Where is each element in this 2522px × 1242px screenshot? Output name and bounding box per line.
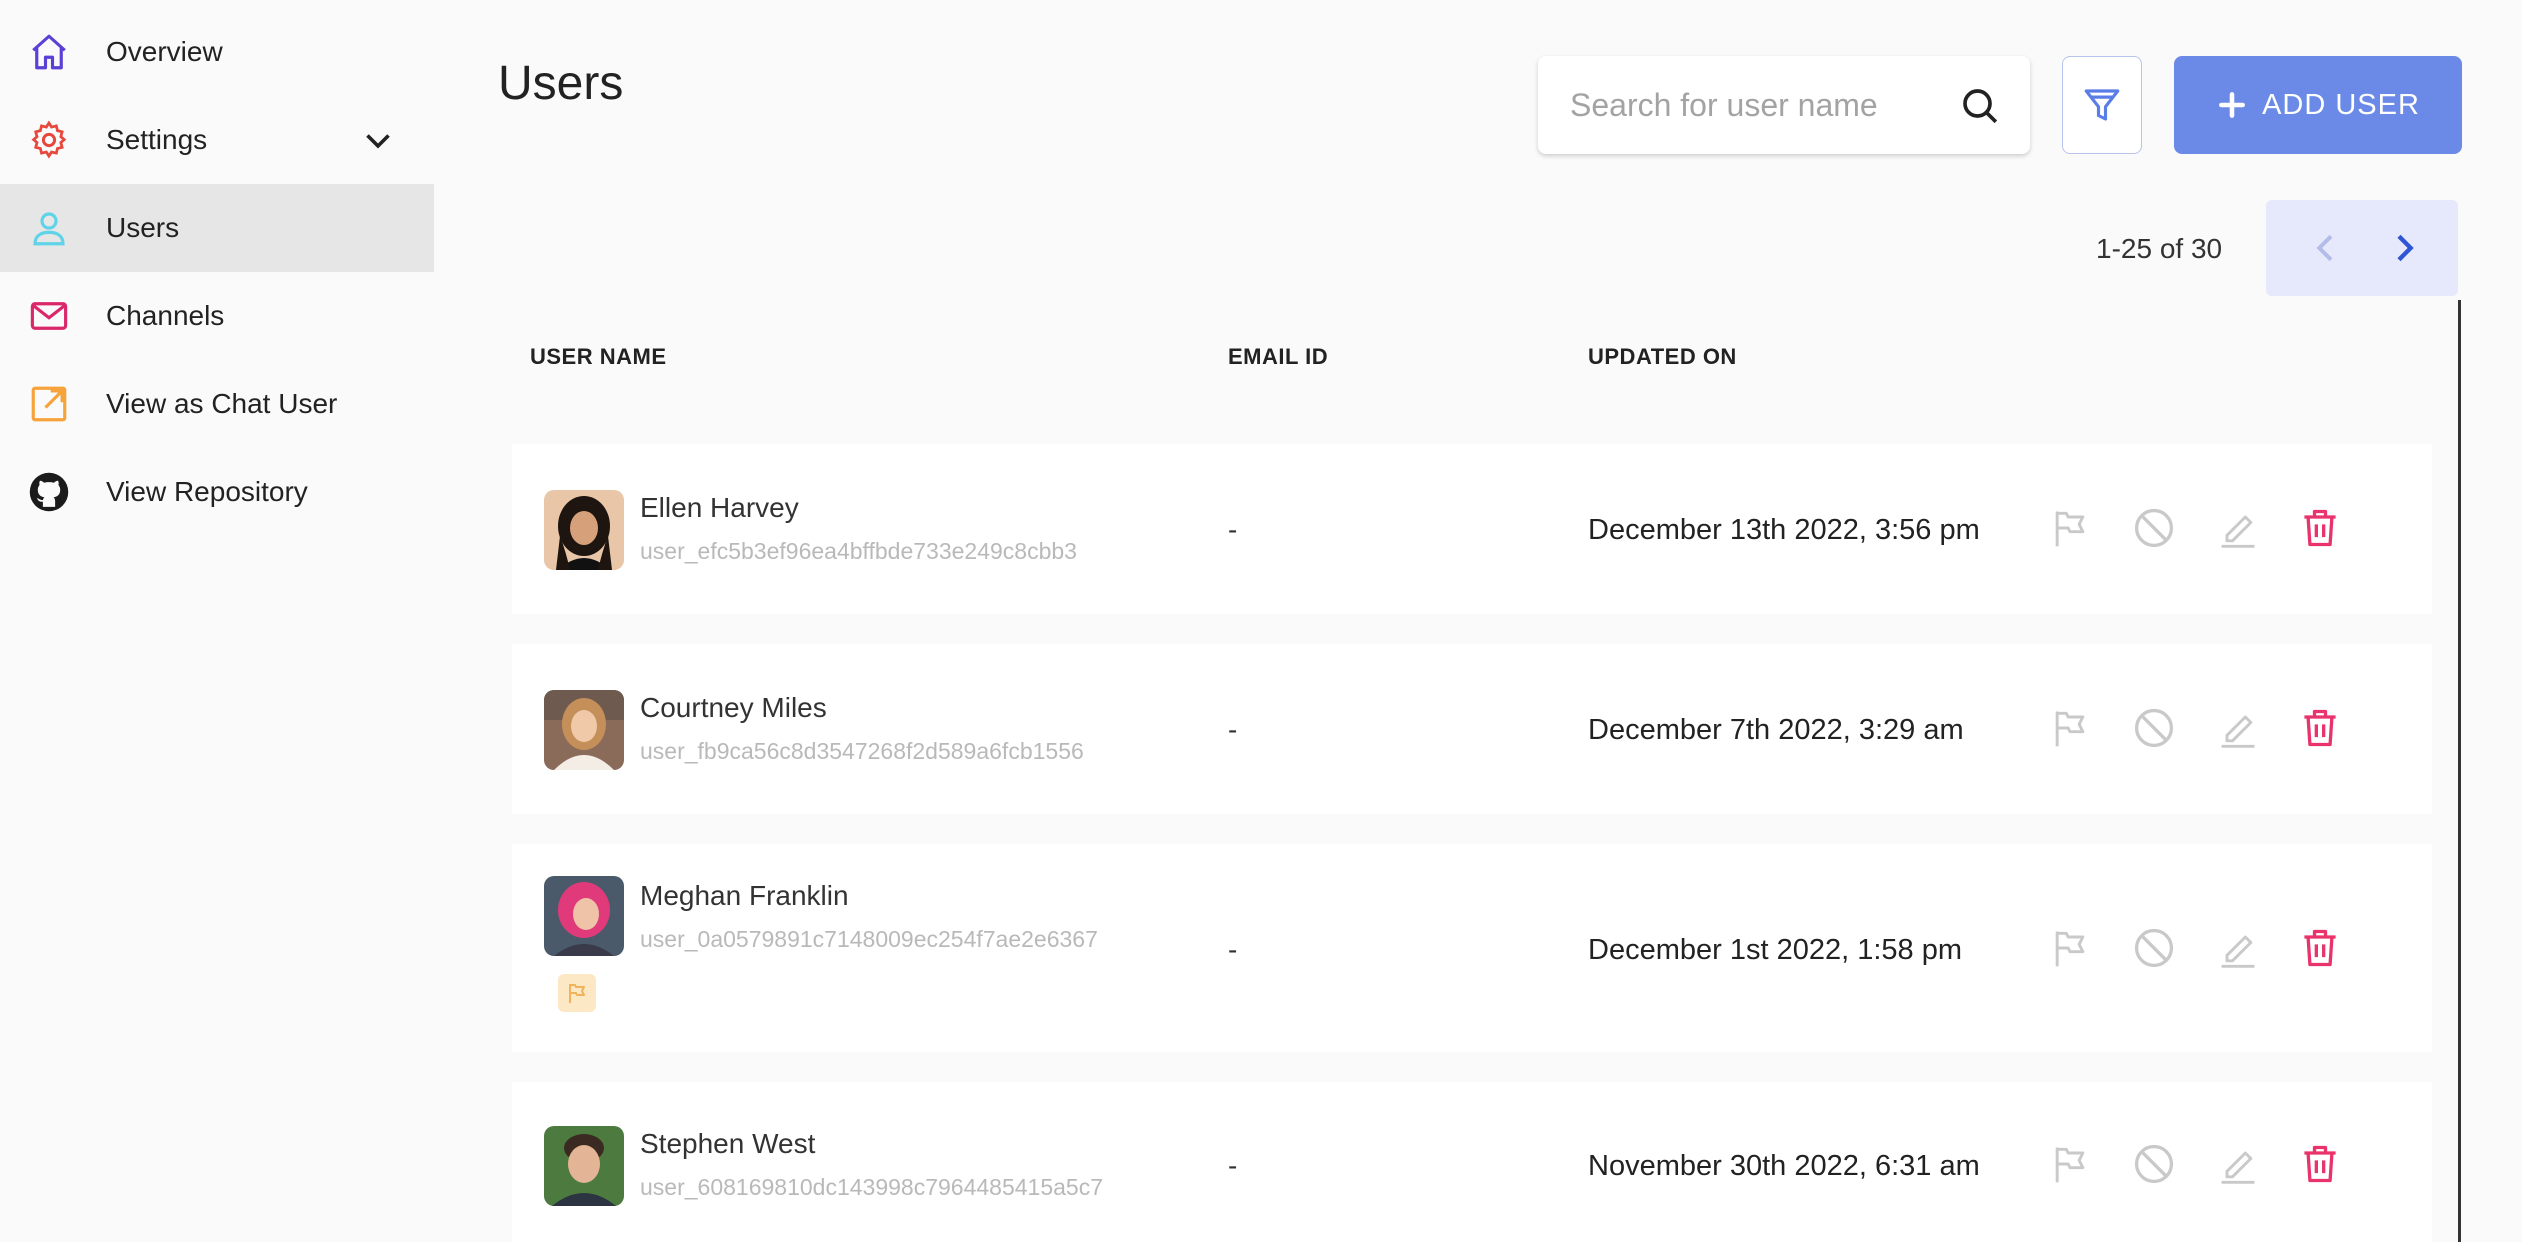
updated-on: December 1st 2022, 1:58 pm [1588, 934, 1962, 966]
table-row[interactable]: Meghan Franklin user_0a0579891c7148009ec… [512, 844, 2432, 1052]
mail-icon [26, 293, 72, 339]
user-id: user_608169810dc143998c7964485415a5c7 [640, 1174, 1103, 1200]
sidebar-item-label: Users [106, 212, 180, 243]
pagination-controls [2266, 200, 2458, 296]
sidebar-item-users[interactable]: Users [0, 184, 434, 272]
email-id: - [1228, 714, 1238, 745]
add-user-button[interactable]: ADD USER [2174, 56, 2462, 154]
sidebar: Overview Settings Users Channels View as… [0, 0, 434, 1242]
avatar [544, 1126, 624, 1206]
external-link-icon [26, 381, 72, 427]
delete-icon[interactable] [2298, 926, 2342, 970]
sidebar-item-label: Channels [106, 300, 225, 331]
app: Overview Settings Users Channels View as… [0, 0, 2522, 1242]
chevron-down-icon[interactable] [360, 122, 396, 158]
user-name: Stephen West [640, 1128, 816, 1159]
sidebar-item-view-repository[interactable]: View Repository [0, 448, 434, 536]
sidebar-item-label: View Repository [106, 476, 308, 507]
flag-icon[interactable] [2048, 1142, 2092, 1186]
sidebar-item-label: View as Chat User [106, 388, 338, 419]
avatar [544, 690, 624, 770]
search-box [1538, 56, 2030, 154]
gear-icon [26, 117, 72, 163]
sidebar-item-view-as-chat-user[interactable]: View as Chat User [0, 360, 434, 448]
delete-icon[interactable] [2298, 706, 2342, 750]
block-icon[interactable] [2132, 506, 2176, 550]
email-id: - [1228, 934, 1238, 965]
user-icon [26, 205, 72, 251]
table-row[interactable]: Courtney Miles user_fb9ca56c8d3547268f2d… [512, 644, 2432, 814]
avatar [544, 490, 624, 570]
flag-icon [569, 984, 585, 1003]
user-name: Meghan Franklin [640, 880, 849, 911]
delete-icon[interactable] [2298, 1142, 2342, 1186]
user-id: user_0a0579891c7148009ec254f7ae2e6367 [640, 926, 1098, 952]
edit-icon[interactable] [2216, 926, 2260, 970]
chevron-left-icon[interactable] [2306, 228, 2346, 268]
avatar [544, 876, 624, 956]
email-id: - [1228, 1150, 1238, 1181]
updated-on: December 7th 2022, 3:29 am [1588, 714, 1964, 746]
flag-icon[interactable] [2048, 706, 2092, 750]
edit-icon[interactable] [2216, 706, 2260, 750]
chevron-right-icon[interactable] [2384, 228, 2424, 268]
flagged-badge [558, 974, 596, 1012]
table-row[interactable]: Ellen Harvey user_efc5b3ef96ea4bffbde733… [512, 444, 2432, 614]
sidebar-item-label: Settings [106, 124, 208, 155]
user-name: Courtney Miles [640, 692, 827, 723]
edit-icon[interactable] [2216, 506, 2260, 550]
edit-icon[interactable] [2216, 1142, 2260, 1186]
block-icon[interactable] [2132, 926, 2176, 970]
pagination-info: 1-25 of 30 [2096, 233, 2223, 264]
sidebar-item-channels[interactable]: Channels [0, 272, 434, 360]
updated-on: December 13th 2022, 3:56 pm [1588, 514, 1980, 546]
search-icon[interactable] [1960, 86, 2000, 126]
flag-icon[interactable] [2048, 926, 2092, 970]
updated-on: November 30th 2022, 6:31 am [1588, 1150, 1980, 1182]
github-icon [26, 469, 72, 515]
flag-icon[interactable] [2048, 506, 2092, 550]
user-id: user_fb9ca56c8d3547268f2d589a6fcb1556 [640, 738, 1084, 764]
column-header-updated-on: UPDATED ON [1588, 344, 1737, 369]
sidebar-item-settings[interactable]: Settings [0, 96, 434, 184]
filter-icon [2084, 89, 2120, 121]
home-icon [26, 29, 72, 75]
block-icon[interactable] [2132, 1142, 2176, 1186]
user-name: Ellen Harvey [640, 492, 799, 523]
add-user-label: ADD USER [2262, 88, 2420, 121]
user-id: user_efc5b3ef96ea4bffbde733e249c8cbb3 [640, 538, 1077, 564]
column-header-user-name: USER NAME [530, 344, 667, 369]
page-title: Users [498, 57, 624, 110]
plus-icon [2219, 92, 2245, 118]
block-icon[interactable] [2132, 706, 2176, 750]
column-header-email-id: EMAIL ID [1228, 344, 1329, 369]
sidebar-item-label: Overview [106, 36, 223, 67]
email-id: - [1228, 514, 1238, 545]
table-row[interactable]: Stephen West user_608169810dc143998c7964… [512, 1082, 2432, 1242]
filter-button[interactable] [2062, 56, 2142, 154]
sidebar-item-overview[interactable]: Overview [0, 8, 434, 96]
divider [2458, 300, 2461, 1242]
search-input[interactable] [1570, 75, 1930, 135]
delete-icon[interactable] [2298, 506, 2342, 550]
